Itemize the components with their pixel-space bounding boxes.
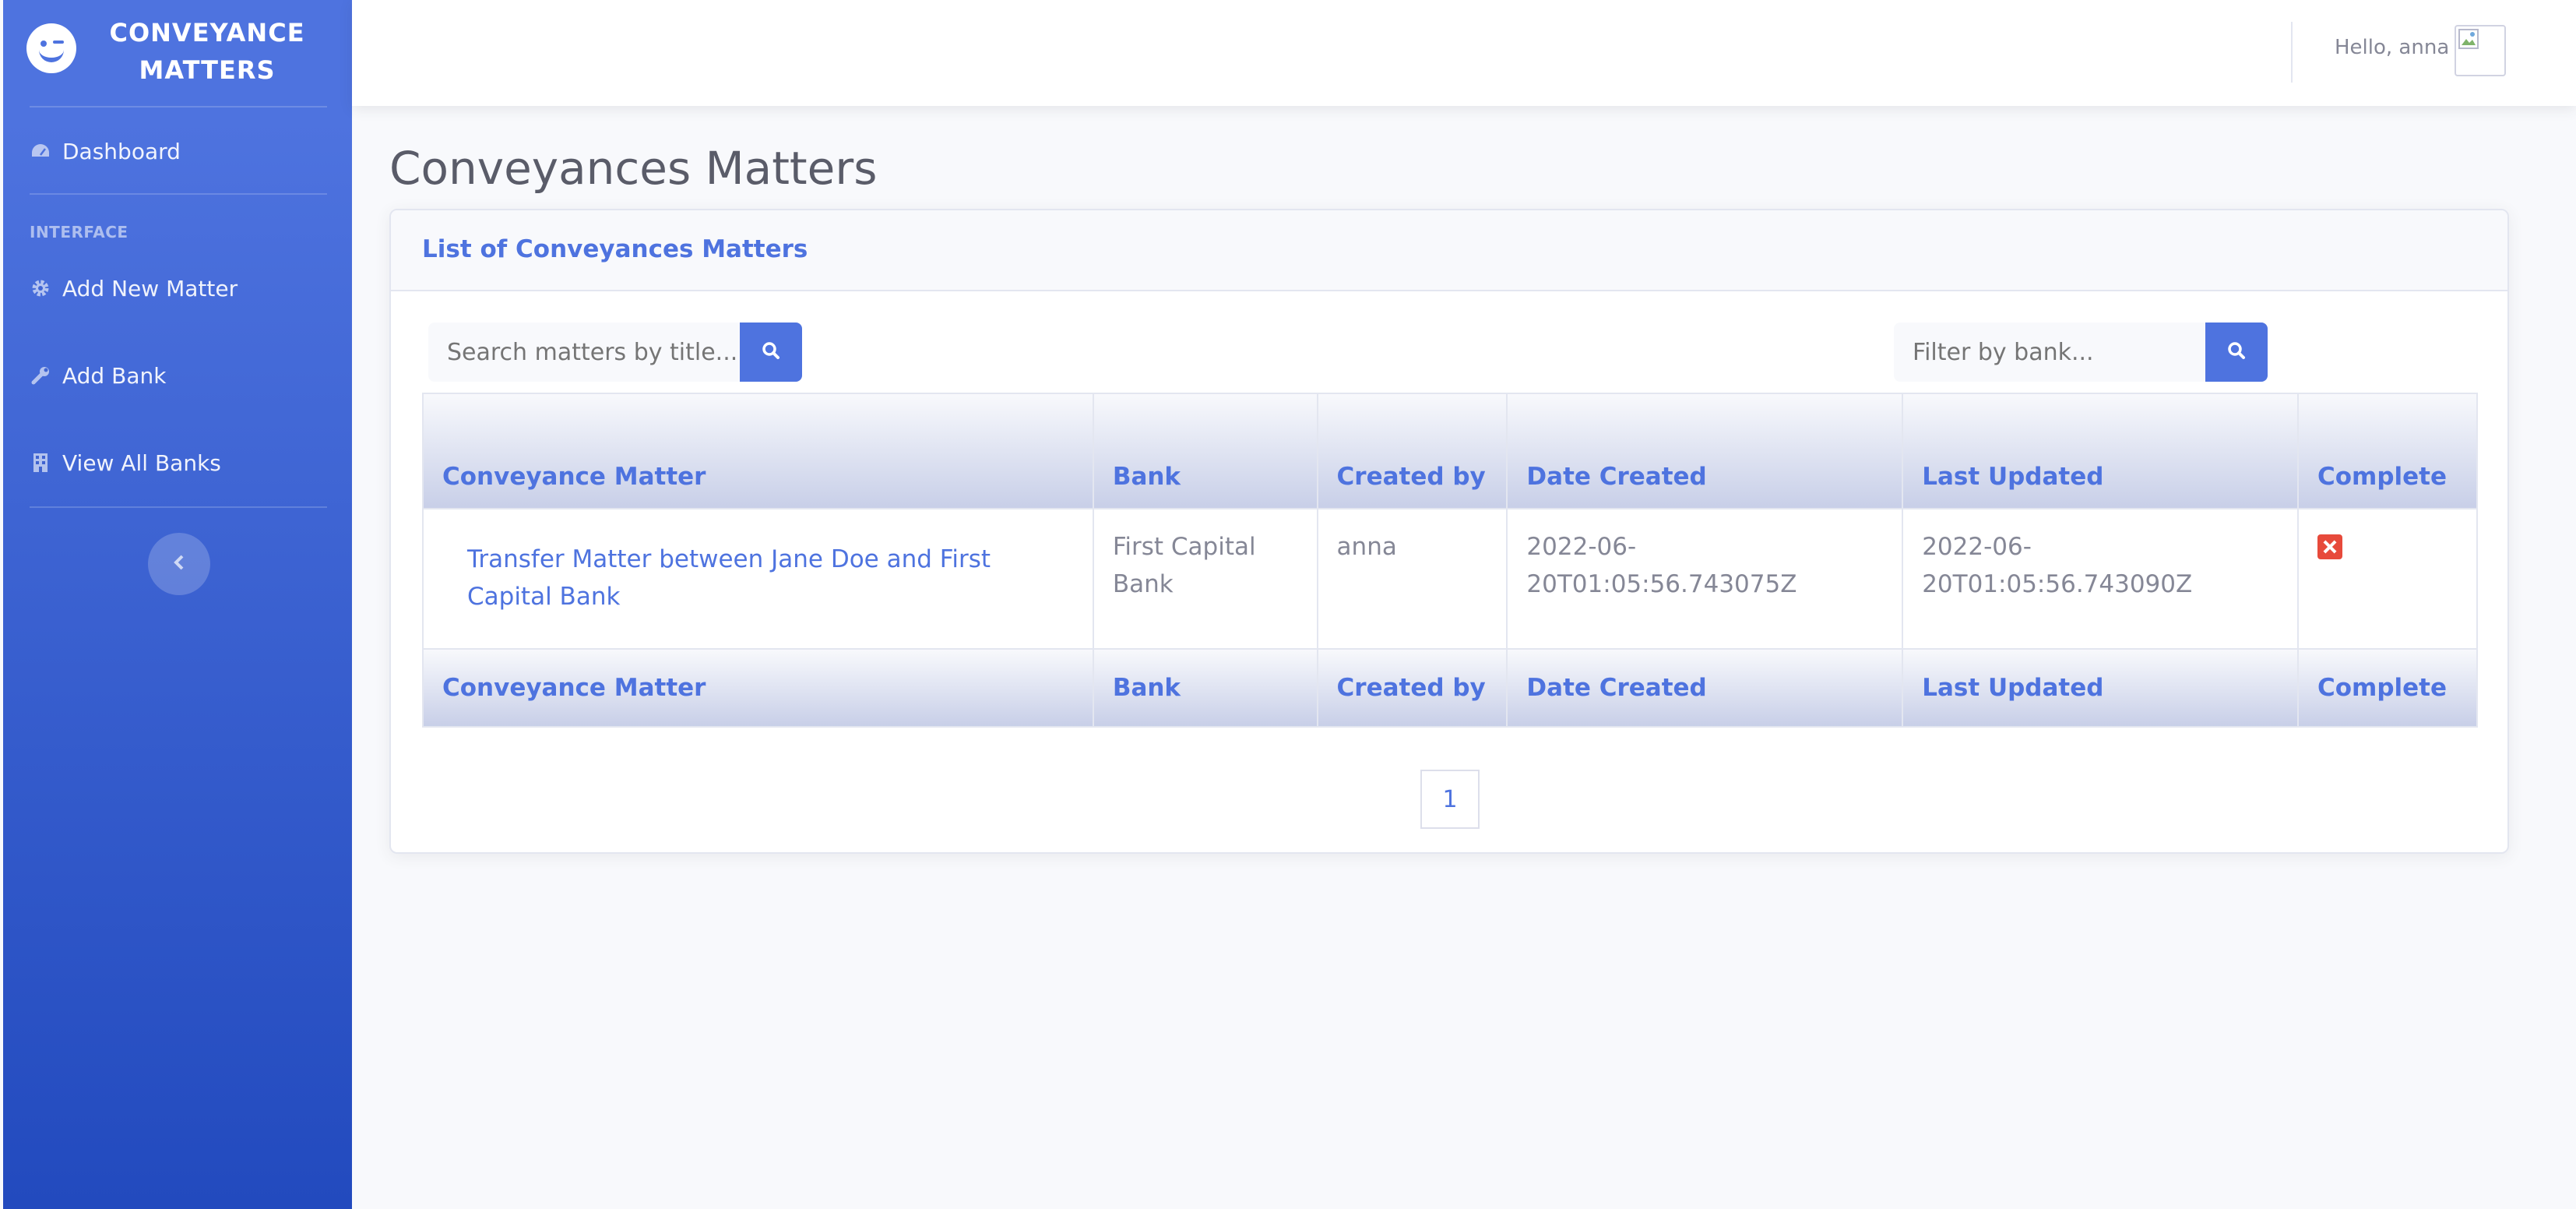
topbar: Hello, anna (352, 0, 2576, 106)
sidebar: CONVEYANCE MATTERS Dashboard INTERFACE A… (3, 0, 352, 1209)
sidebar-item-dashboard[interactable]: Dashboard (30, 128, 181, 174)
table-row: Transfer Matter between Jane Doe and Fir… (422, 508, 2479, 650)
sidebar-divider (30, 506, 327, 508)
brand-title: CONVEYANCE MATTERS (109, 18, 305, 85)
card-header: List of Conveyances Matters (391, 210, 2507, 291)
sidebar-item-add-bank[interactable]: Add Bank (30, 352, 166, 399)
search-button[interactable] (740, 323, 802, 382)
column-header-complete[interactable]: Complete (2296, 393, 2479, 509)
sidebar-divider (30, 106, 327, 108)
column-footer-last-updated: Last Updated (1902, 648, 2299, 728)
search-input[interactable] (428, 323, 740, 382)
complete-cell (2296, 508, 2479, 650)
filter-search-button[interactable] (2205, 323, 2268, 382)
matter-link[interactable]: Transfer Matter between Jane Doe and Fir… (467, 545, 991, 611)
topbar-divider (2291, 22, 2293, 83)
filter-group (1894, 323, 2268, 382)
card-title: List of Conveyances Matters (422, 235, 808, 263)
pagination-page-1[interactable]: 1 (1420, 770, 1480, 829)
table-footer-row: Conveyance Matter Bank Created by Date C… (422, 648, 2479, 728)
matters-card: List of Conveyances Matters Conveyance M… (389, 209, 2509, 854)
page-title: Conveyances Matters (389, 142, 878, 195)
chevron-left-icon (173, 554, 185, 574)
gear-icon (30, 277, 51, 299)
avatar[interactable] (2455, 25, 2506, 76)
last-updated-cell: 2022-06-20T01:05:56.743090Z (1902, 508, 2299, 650)
search-icon (2226, 340, 2247, 364)
user-greeting[interactable]: Hello, anna (2335, 36, 2449, 59)
column-header-last-updated[interactable]: Last Updated (1902, 393, 2299, 509)
table-header-row: Conveyance Matter Bank Created by Date C… (422, 393, 2479, 509)
column-header-bank[interactable]: Bank (1092, 393, 1318, 509)
column-footer-bank: Bank (1092, 648, 1318, 728)
sidebar-item-label: View All Banks (62, 449, 221, 476)
column-header-created-by[interactable]: Created by (1316, 393, 1508, 509)
column-footer-complete: Complete (2296, 648, 2479, 728)
bank-cell: First Capital Bank (1092, 508, 1318, 650)
column-footer-created-by: Created by (1316, 648, 1508, 728)
laugh-wink-icon (26, 23, 76, 73)
wrench-icon (30, 365, 51, 386)
sidebar-heading: INTERFACE (30, 223, 128, 241)
column-header-date-created[interactable]: Date Created (1506, 393, 1904, 509)
search-icon (761, 340, 781, 364)
sidebar-toggle-button[interactable] (148, 533, 210, 595)
column-footer-matter: Conveyance Matter (422, 648, 1094, 728)
search-group (428, 323, 802, 382)
column-header-matter[interactable]: Conveyance Matter (422, 393, 1094, 509)
matters-table: Conveyance Matter Bank Created by Date C… (422, 393, 2479, 728)
bank-filter-input[interactable] (1894, 323, 2205, 382)
matter-cell: Transfer Matter between Jane Doe and Fir… (422, 508, 1094, 650)
created-by-cell: anna (1316, 508, 1508, 650)
incomplete-x-icon (2317, 534, 2342, 559)
date-created-cell: 2022-06-20T01:05:56.743075Z (1506, 508, 1904, 650)
sidebar-item-label: Add New Matter (62, 275, 238, 301)
sidebar-item-label: Add Bank (62, 362, 167, 389)
sidebar-divider (30, 193, 327, 195)
sidebar-item-view-all-banks[interactable]: View All Banks (30, 439, 221, 486)
column-footer-date-created: Date Created (1506, 648, 1904, 728)
tachometer-icon (30, 140, 51, 162)
building-icon (30, 452, 51, 474)
sidebar-brand[interactable]: CONVEYANCE MATTERS (3, 0, 352, 106)
sidebar-item-label: Dashboard (62, 138, 181, 164)
sidebar-item-add-new-matter[interactable]: Add New Matter (30, 265, 238, 312)
